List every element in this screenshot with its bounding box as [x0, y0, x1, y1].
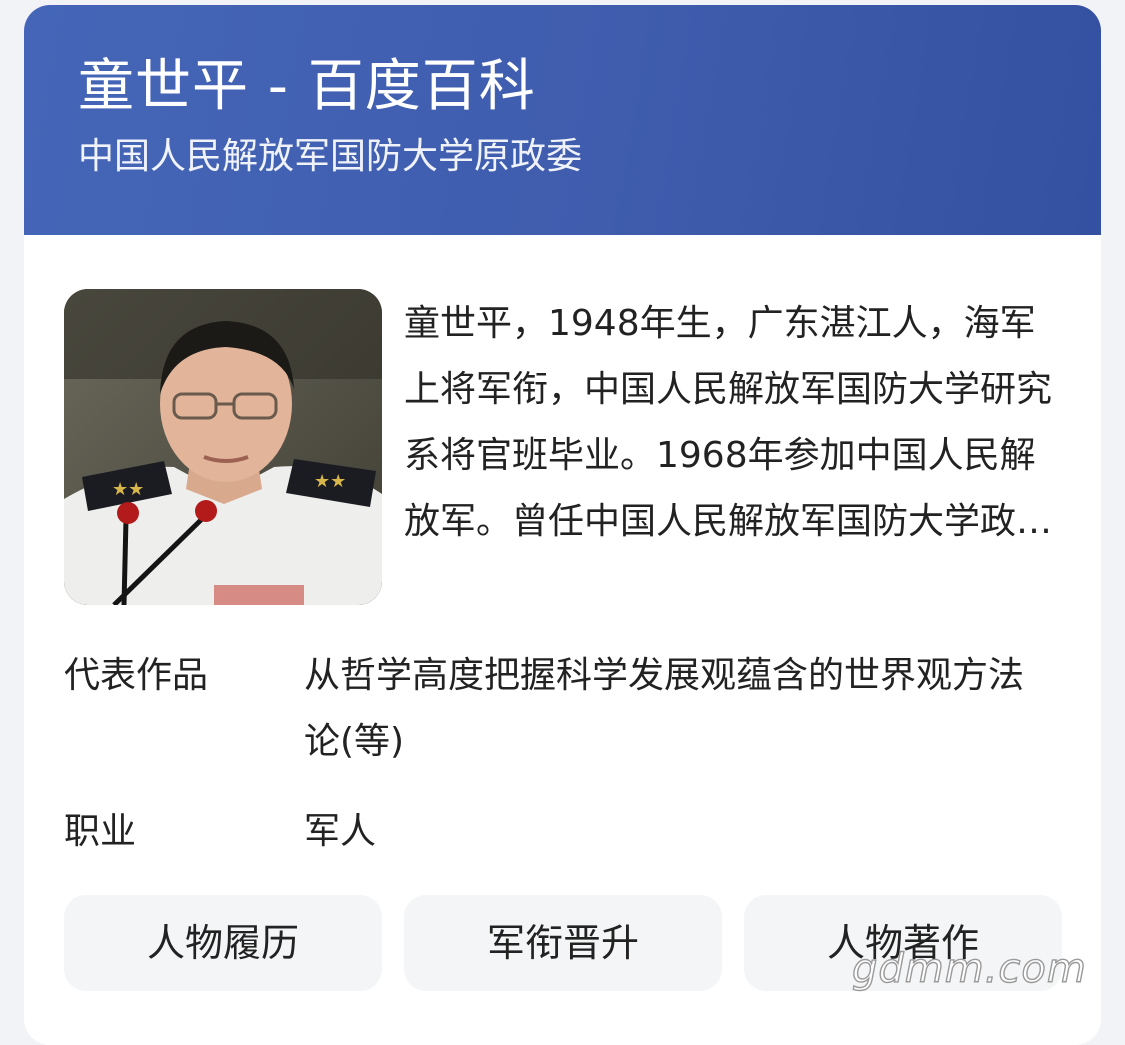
portrait-image[interactable]: ★★ ★★: [64, 289, 382, 605]
tab-rank-button[interactable]: 军衔晋升: [404, 895, 722, 991]
info-label-works: 代表作品: [64, 655, 209, 696]
svg-text:★★: ★★: [314, 471, 346, 492]
summary-text[interactable]: 童世平，1948年生，广东湛江人，海军上将军衔，中国人民解放军国防大学研究系将官…: [404, 291, 1059, 555]
page-subtitle: 中国人民解放军国防大学原政委: [78, 136, 583, 177]
baike-card[interactable]: 童世平 - 百度百科 中国人民解放军国防大学原政委 ★★ ★★ 童世平，1948…: [24, 5, 1101, 1045]
info-row-job: 职业 军人: [64, 799, 1061, 865]
svg-text:★★: ★★: [112, 479, 144, 500]
tab-career-button[interactable]: 人物履历: [64, 895, 382, 991]
intro-section: ★★ ★★ 童世平，1948年生，广东湛江人，海军上将军衔，中国人民解放军国防大…: [64, 289, 1071, 609]
info-value-works[interactable]: 从哲学高度把握科学发展观蕴含的世界观方法论(等): [304, 643, 1044, 775]
person-photo-icon: ★★ ★★: [64, 289, 382, 605]
page-title[interactable]: 童世平 - 百度百科: [78, 51, 1101, 123]
info-label-job: 职业: [64, 811, 137, 852]
card-header[interactable]: 童世平 - 百度百科 中国人民解放军国防大学原政委: [24, 5, 1101, 235]
info-row-works: 代表作品 从哲学高度把握科学发展观蕴含的世界观方法论(等): [64, 643, 1061, 783]
info-value-job: 军人: [304, 811, 377, 852]
site-watermark: gdmm.com: [851, 945, 1087, 992]
